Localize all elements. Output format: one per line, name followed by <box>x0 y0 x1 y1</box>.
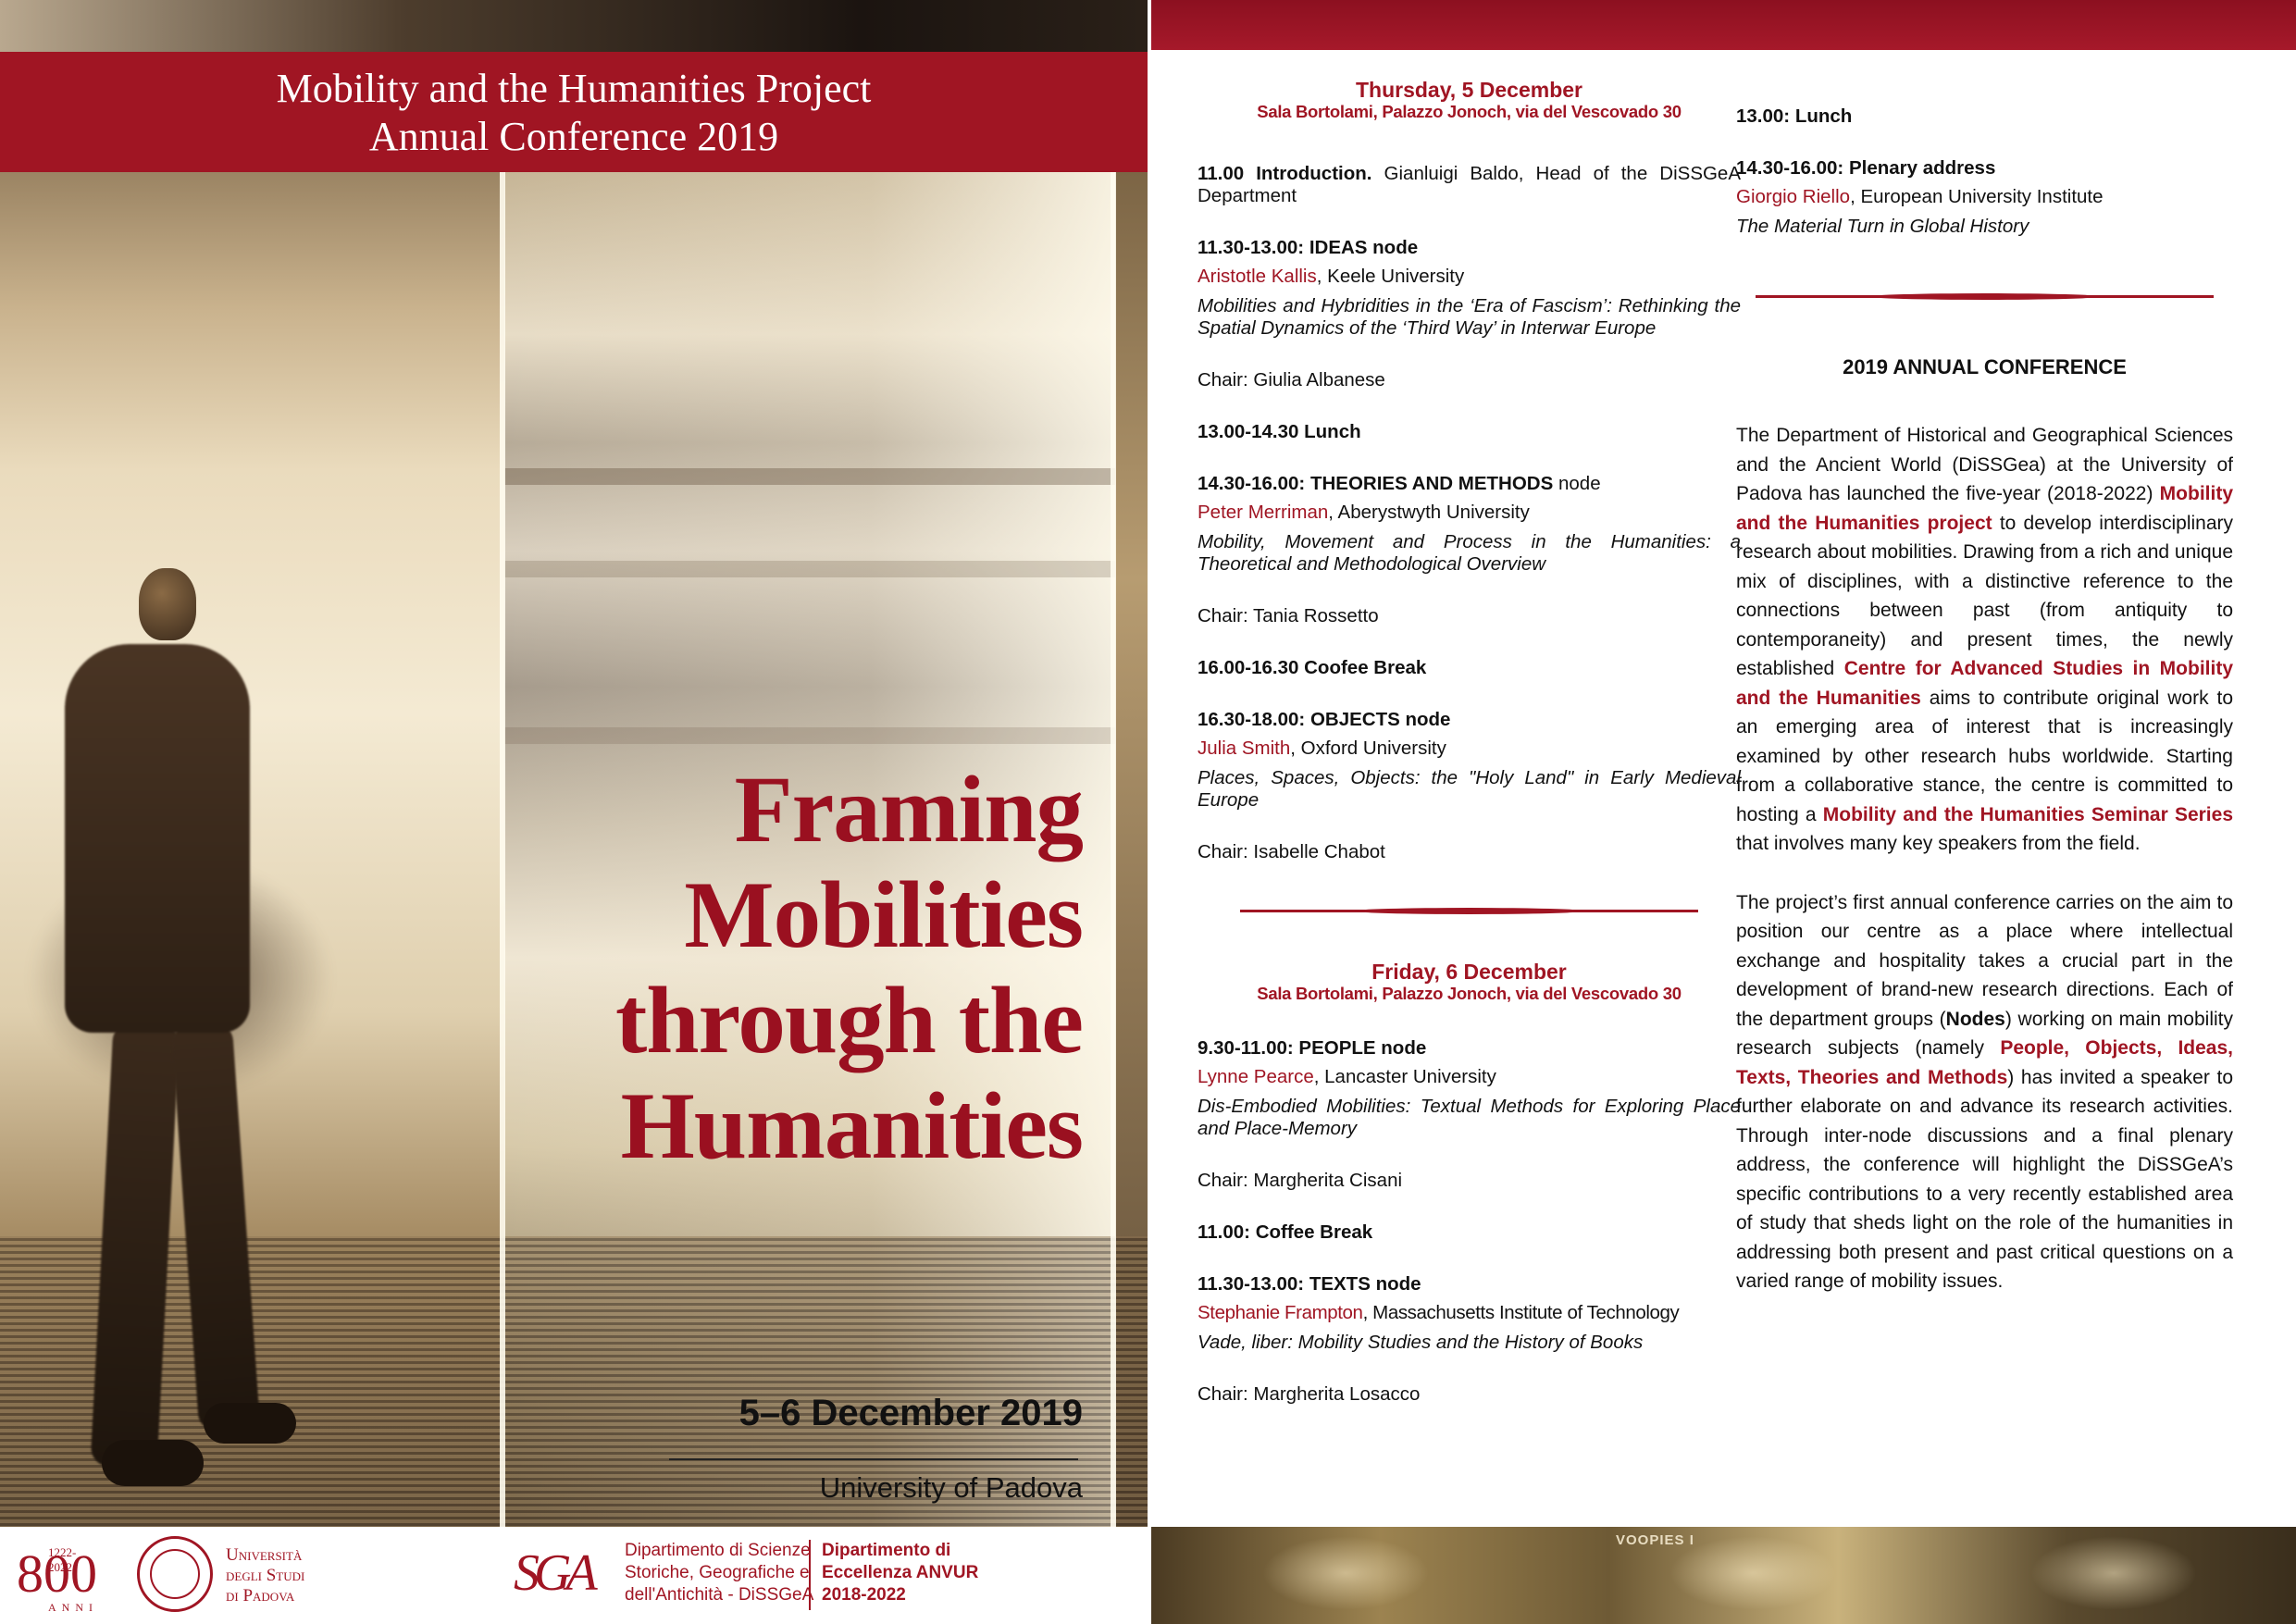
talk-title: The Material Turn in Global History <box>1736 216 2029 237</box>
speaker-name: Lynne Pearce <box>1198 1066 1314 1087</box>
session-chair: Chair: Margherita Cisani <box>1198 1170 1403 1191</box>
program-panel: Thursday, 5 December Sala Bortolami, Pal… <box>1151 0 2296 1624</box>
seminar-series-name: Mobility and the Humanities Seminar Seri… <box>1822 803 2233 825</box>
speaker-name: Stephanie Frampton <box>1198 1302 1363 1323</box>
session-time-suffix: node <box>1553 473 1601 494</box>
speaker-affiliation: , Massachusetts Institute of Technology <box>1362 1302 1680 1323</box>
session-time: 9.30-11.00: PEOPLE node <box>1198 1037 1427 1059</box>
session-time: 14.30-16.00: Plenary address <box>1736 157 1996 179</box>
session-plenary: 14.30-16.00: Plenary address Giorgio Rie… <box>1736 157 2233 238</box>
coffee-break: 11.00: Coffee Break <box>1198 1221 1373 1243</box>
cover-title-line: Humanities <box>620 1073 1084 1179</box>
cover-header-line2: Annual Conference 2019 <box>368 114 779 159</box>
person-shoe <box>204 1403 296 1444</box>
cover-title: Framing Mobilities through the Humanitie… <box>614 757 1084 1179</box>
photo-sign-text: VOOPIES I <box>1616 1532 1694 1548</box>
program-column-2: 13.00: Lunch 14.30-16.00: Plenary addres… <box>1736 105 2233 1296</box>
session-introduction: 11.00 Introduction. Gianluigi Baldo, Hea… <box>1198 163 1741 207</box>
photo-divider <box>1111 172 1116 1527</box>
university-seal-icon <box>137 1536 213 1612</box>
talk-title: Mobilities and Hybridities in the ‘Era o… <box>1198 295 1741 339</box>
excellence-label: Dipartimento di Eccellenza ANVUR 2018-20… <box>822 1541 979 1605</box>
session-chair: Chair: Giulia Albanese <box>1198 369 1385 391</box>
logo-strip: 800 1222-2022 ANNI Università degli Stud… <box>0 1527 1148 1624</box>
session-chair: Chair: Margherita Losacco <box>1198 1383 1421 1405</box>
logo-separator <box>809 1540 811 1610</box>
motion-streak <box>504 727 1115 744</box>
person-shoe <box>102 1440 204 1486</box>
cover-title-line: Mobilities <box>684 862 1084 968</box>
session-chair: Chair: Tania Rossetto <box>1198 605 1379 626</box>
cover-header-line1: Mobility and the Humanities Project <box>276 66 872 111</box>
speaker-name: Julia Smith <box>1198 738 1291 759</box>
dates-divider <box>669 1458 1078 1460</box>
session-time: 14.30-16.00: THEORIES AND METHODS <box>1198 473 1554 494</box>
anniversary-word: ANNI <box>48 1601 98 1614</box>
program-column-1: Thursday, 5 December Sala Bortolami, Pal… <box>1198 78 1741 1406</box>
cover-title-line: through the <box>614 968 1084 1073</box>
department-name: Dipartimento di Scienze Storiche, Geogra… <box>625 1541 814 1605</box>
cover-title-line: Framing <box>734 757 1084 862</box>
speaker-name: Peter Merriman <box>1198 502 1329 523</box>
program-bottom-photo: VOOPIES I <box>1151 1527 2296 1624</box>
conference-venue: University of Padova <box>819 1471 1083 1504</box>
day-venue: Sala Bortolami, Palazzo Jonoch, via del … <box>1257 984 1682 1003</box>
speaker-affiliation: , European University Institute <box>1850 186 2104 207</box>
photo-divider <box>500 172 505 1527</box>
day-venue: Sala Bortolami, Palazzo Jonoch, via del … <box>1257 102 1682 121</box>
lunch-break: 13.00: Lunch <box>1736 105 1853 127</box>
lunch-break: 13.00-14.30 Lunch <box>1198 421 1361 442</box>
session-texts: 11.30-13.00: TEXTS node Stephanie Frampt… <box>1198 1273 1741 1406</box>
anniversary-logo: 800 1222-2022 ANNI <box>17 1545 97 1614</box>
motion-streak <box>504 468 1115 485</box>
about-heading: 2019 ANNUAL CONFERENCE <box>1843 355 2127 378</box>
speaker-affiliation: , Keele University <box>1316 266 1465 287</box>
motion-streak <box>504 561 1115 577</box>
session-objects: 16.30-18.00: OBJECTS node Julia Smith, O… <box>1198 709 1741 863</box>
section-divider <box>1756 293 2214 301</box>
cover-top-band <box>0 0 1148 52</box>
speaker-affiliation: , Lancaster University <box>1313 1066 1496 1087</box>
department-logo: SGA <box>514 1544 598 1602</box>
person-head <box>139 568 196 640</box>
program-top-band <box>1151 0 2296 50</box>
talk-title: Places, Spaces, Objects: the "Holy Land"… <box>1198 767 1741 811</box>
about-paragraph-1: The Department of Historical and Geograp… <box>1736 425 2234 854</box>
cover-panel: Mobility and the Humanities Project Annu… <box>0 0 1148 1624</box>
talk-title: Mobility, Movement and Process in the Hu… <box>1198 531 1741 575</box>
session-people: 9.30-11.00: PEOPLE node Lynne Pearce, La… <box>1198 1037 1741 1192</box>
session-time: 11.00 Introduction. <box>1198 163 1372 184</box>
section-divider <box>1240 908 1698 915</box>
speaker-affiliation: , Oxford University <box>1290 738 1446 759</box>
session-theories-methods: 14.30-16.00: THEORIES AND METHODS node P… <box>1198 473 1741 627</box>
talk-title: Dis-Embodied Mobilities: Textual Methods… <box>1198 1096 1741 1139</box>
speaker-affiliation: , Aberystwyth University <box>1328 502 1530 523</box>
session-time: 16.30-18.00: OBJECTS node <box>1198 709 1451 730</box>
session-time: 11.30-13.00: TEXTS node <box>1198 1273 1421 1295</box>
nodes-term: Nodes <box>1945 1008 2005 1030</box>
session-ideas: 11.30-13.00: IDEAS node Aristotle Kallis… <box>1198 237 1741 391</box>
conference-dates: 5–6 December 2019 <box>738 1393 1083 1433</box>
session-time: 11.30-13.00: IDEAS node <box>1198 237 1419 258</box>
talk-title: Vade, liber: Mobility Studies and the Hi… <box>1198 1332 1644 1353</box>
speaker-name: Aristotle Kallis <box>1198 266 1317 287</box>
person-body <box>65 644 250 1033</box>
anniversary-years: 1222-2022 <box>48 1545 77 1574</box>
day-heading: Friday, 6 December <box>1371 960 1567 984</box>
cover-header: Mobility and the Humanities Project Annu… <box>0 52 1148 172</box>
session-chair: Chair: Isabelle Chabot <box>1198 841 1385 862</box>
university-name: Università degli Studi di Padova <box>226 1545 305 1605</box>
day-heading: Thursday, 5 December <box>1355 78 1582 102</box>
coffee-break: 16.00-16.30 Coofee Break <box>1198 657 1427 678</box>
speaker-name: Giorgio Riello <box>1736 186 1851 207</box>
about-paragraph-2: The project’s first annual conference ca… <box>1736 891 2233 1293</box>
